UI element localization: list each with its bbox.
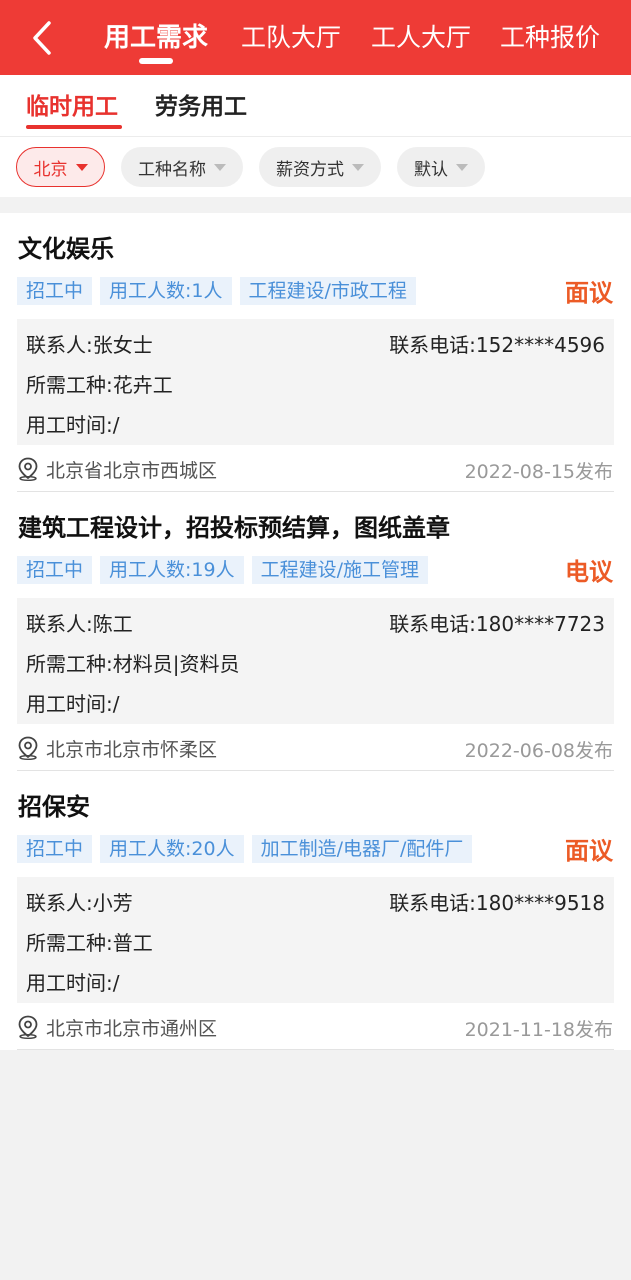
- filter-trade-name[interactable]: 工种名称: [121, 147, 243, 187]
- job-phone[interactable]: 联系电话:180****7723: [389, 608, 605, 637]
- chevron-left-icon: [33, 21, 51, 55]
- job-info-box: 联系人:陈工 联系电话:180****7723 所需工种:材料员|资料员 用工时…: [17, 598, 614, 724]
- job-card[interactable]: 文化娱乐 招工中 用工人数:1人 工程建设/市政工程 面议 联系人:张女士 联系…: [0, 213, 631, 492]
- tab-trade-quote[interactable]: 工种报价: [500, 20, 600, 56]
- filter-salary-method[interactable]: 薪资方式: [259, 147, 381, 187]
- job-trade: 所需工种:花卉工: [26, 373, 173, 397]
- job-location: 北京市北京市通州区: [17, 1013, 217, 1041]
- location-pin-icon: [18, 736, 38, 760]
- location-pin-icon: [18, 1015, 38, 1039]
- subtab-labor[interactable]: 劳务用工: [155, 91, 247, 123]
- job-time: 用工时间:/: [26, 971, 120, 995]
- job-contact: 联系人:小芳: [26, 891, 133, 915]
- filter-sort-label: 默认: [414, 159, 448, 180]
- caret-down-icon: [75, 163, 88, 171]
- category-tag: 工程建设/市政工程: [239, 277, 416, 305]
- category-tag: 工程建设/施工管理: [251, 556, 429, 584]
- caret-down-icon: [352, 163, 364, 171]
- status-tag: 招工中: [17, 835, 93, 863]
- job-price: 面议: [565, 279, 613, 307]
- subtab-temporary[interactable]: 临时用工: [26, 91, 118, 123]
- job-title: 文化娱乐: [18, 235, 114, 263]
- filter-bar: 北京 工种名称 薪资方式 默认: [0, 137, 631, 197]
- job-trade: 所需工种:材料员|资料员: [26, 652, 240, 676]
- job-time: 用工时间:/: [26, 413, 120, 437]
- job-date: 2021-11-18发布: [464, 1019, 613, 1041]
- caret-down-icon: [456, 163, 468, 171]
- job-date: 2022-06-08发布: [464, 740, 613, 762]
- filter-trade-name-label: 工种名称: [138, 159, 206, 180]
- job-location: 北京省北京市西城区: [17, 455, 217, 483]
- category-tag: 加工制造/电器厂/配件厂: [251, 835, 473, 863]
- job-card[interactable]: 建筑工程设计，招投标预结算，图纸盖章 招工中 用工人数:19人 工程建设/施工管…: [0, 492, 631, 771]
- caret-down-icon: [214, 163, 226, 171]
- job-title: 建筑工程设计，招投标预结算，图纸盖章: [18, 514, 450, 542]
- job-location: 北京市北京市怀柔区: [17, 734, 217, 762]
- job-info-box: 联系人:张女士 联系电话:152****4596 所需工种:花卉工 用工时间:/: [17, 319, 614, 445]
- tab-worker-hall[interactable]: 工人大厅: [371, 20, 471, 56]
- job-phone[interactable]: 联系电话:152****4596: [389, 329, 605, 358]
- status-tag: 招工中: [17, 556, 93, 584]
- sub-tab-bar: 临时用工 劳务用工: [0, 75, 631, 137]
- headcount-tag: 用工人数:19人: [100, 556, 244, 584]
- job-price: 面议: [565, 837, 613, 865]
- tab-job-demand[interactable]: 用工需求: [104, 20, 208, 56]
- job-tags: 招工中 用工人数:1人 工程建设/市政工程: [17, 277, 424, 305]
- job-location-text: 北京市北京市通州区: [46, 1017, 218, 1040]
- status-tag: 招工中: [17, 277, 93, 305]
- filter-city-label: 北京: [33, 159, 68, 180]
- job-card[interactable]: 招保安 招工中 用工人数:20人 加工制造/电器厂/配件厂 面议 联系人:小芳 …: [0, 771, 631, 1050]
- job-price: 电议: [565, 558, 613, 586]
- job-location-text: 北京市北京市怀柔区: [46, 738, 218, 761]
- job-list: 文化娱乐 招工中 用工人数:1人 工程建设/市政工程 面议 联系人:张女士 联系…: [0, 213, 631, 1050]
- job-contact: 联系人:陈工: [26, 612, 133, 636]
- card-divider: [17, 1049, 614, 1050]
- job-time: 用工时间:/: [26, 692, 120, 716]
- filter-sort[interactable]: 默认: [397, 147, 485, 187]
- headcount-tag: 用工人数:20人: [100, 835, 244, 863]
- job-location-text: 北京省北京市西城区: [46, 459, 218, 482]
- job-date: 2022-08-15发布: [464, 461, 613, 483]
- job-info-box: 联系人:小芳 联系电话:180****9518 所需工种:普工 用工时间:/: [17, 877, 614, 1003]
- location-pin-icon: [18, 457, 38, 481]
- job-trade: 所需工种:普工: [26, 931, 153, 955]
- back-button[interactable]: [24, 18, 64, 58]
- job-contact: 联系人:张女士: [26, 333, 153, 357]
- job-phone[interactable]: 联系电话:180****9518: [389, 887, 605, 916]
- active-tab-indicator: [139, 58, 173, 64]
- filter-salary-method-label: 薪资方式: [276, 159, 344, 180]
- job-title: 招保安: [18, 793, 90, 821]
- subtab-underline: [26, 125, 122, 129]
- top-nav-bar: 用工需求 工队大厅 工人大厅 工种报价: [0, 0, 631, 75]
- filter-city[interactable]: 北京: [16, 147, 105, 187]
- job-tags: 招工中 用工人数:19人 工程建设/施工管理: [17, 556, 436, 584]
- tab-team-hall[interactable]: 工队大厅: [241, 20, 341, 56]
- headcount-tag: 用工人数:1人: [100, 277, 232, 305]
- job-tags: 招工中 用工人数:20人 加工制造/电器厂/配件厂: [17, 835, 480, 863]
